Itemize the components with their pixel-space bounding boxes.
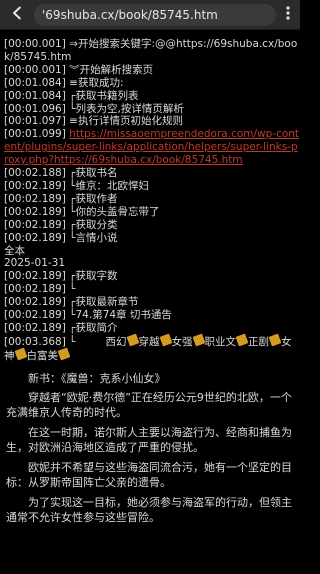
tag-icon	[57, 347, 71, 361]
tag-label: 穿越	[138, 335, 160, 348]
tag-icon	[159, 333, 172, 347]
url-text: '69shuba.cx/book/85745.htm	[42, 7, 218, 22]
tag-icon	[235, 333, 249, 347]
log-line: [00:01.097] ≡执行详情页初始化规则	[4, 115, 183, 128]
log-line: [00:02.188] ┌获取书名	[4, 167, 118, 180]
log-line: [00:02.189] ┌获取分类	[4, 218, 118, 231]
tag-label: 正剧	[248, 335, 270, 348]
log-line: [00:00.001] ⇒开始搜索关键字:@@https://69shuba.c…	[4, 38, 298, 63]
log-line: [00:02.189] ┌获取最新章节	[4, 296, 139, 309]
log-line: [00:02.189] ┌获取字数	[4, 270, 118, 283]
log-line: [00:02.189] └你的头盖骨忘带了	[4, 205, 160, 218]
menu-button[interactable]	[282, 4, 294, 26]
tag-label: 职业文	[204, 335, 237, 348]
intro-paragraph: 欧妮并不希望与这些海盗同流合污，她有一个坚定的目标：从罗斯帝国阵亡父亲的遗骨。	[6, 460, 292, 489]
tag-label: 西幻	[105, 335, 127, 348]
log-line-tags: [00:03.368] └ 西幻 穿越 女强 职业文 正剧 女神 白富美	[4, 333, 300, 363]
tag-icon	[268, 333, 282, 347]
log-line: [00:02.189] └维京：北欧悍妇	[4, 179, 149, 192]
log-line: [00:02.189] ┌获取作者	[4, 192, 118, 205]
log-output: [00:00.001] ⇒开始搜索关键字:@@https://69shuba.c…	[0, 30, 300, 363]
tag-icon	[14, 347, 27, 361]
tag-icon	[126, 333, 139, 347]
log-line: [00:02.189] ┌获取简介	[4, 321, 118, 334]
book-intro: 新书：《魔兽：克系小仙女》 穿越者“欧妮·费尔德”正在经历公元9世纪的北欧，一个…	[0, 363, 300, 525]
browser-toolbar: '69shuba.cx/book/85745.htm	[0, 0, 300, 30]
update-date: 2025-01-31	[4, 257, 66, 270]
address-bar[interactable]: '69shuba.cx/book/85745.htm	[34, 3, 276, 26]
back-button[interactable]	[6, 4, 28, 26]
book-status: 全本	[4, 244, 25, 257]
tag-label: 女强	[171, 335, 193, 348]
log-line: [00:01.084] ≡获取成功:	[4, 76, 124, 89]
more-vertical-icon	[286, 5, 290, 24]
log-line: [00:00.001] ︾开始解析搜索页	[4, 63, 154, 76]
log-line: [00:01.096] └列表为空,按详情页解析	[4, 102, 184, 115]
log-line-time: [00:03.368] └	[4, 335, 76, 348]
intro-paragraph: 为了实现这一目标，她必须参与海盗军的行动，但领主通常不允许女性参与这些冒险。	[6, 495, 292, 524]
intro-title: 新书：《魔兽：克系小仙女》	[28, 371, 166, 385]
tag-label: 白富美	[26, 349, 59, 362]
log-line-time: [00:01.099]	[4, 128, 70, 141]
tag-icon	[192, 333, 205, 347]
intro-paragraph: 穿越者“欧妮·费尔德”正在经历公元9世纪的北欧，一个充满维京人传奇的时代。	[6, 390, 292, 419]
log-line: [00:01.099] https://missaoempreendedora.…	[4, 128, 300, 167]
log-line: [00:02.189] └言情小说	[4, 231, 118, 244]
intro-paragraph: 在这一时期，诺尔斯人主要以海盗行为、经商和捕鱼为生，对欧洲沿海地区造成了严重的侵…	[6, 425, 292, 454]
log-line: [00:02.189] └	[4, 283, 76, 296]
log-line: [00:01.084] ┌获取书籍列表	[4, 89, 139, 102]
log-line: [00:02.189] └74.第74章 切书通告	[4, 309, 172, 322]
arrow-left-icon	[9, 5, 25, 25]
